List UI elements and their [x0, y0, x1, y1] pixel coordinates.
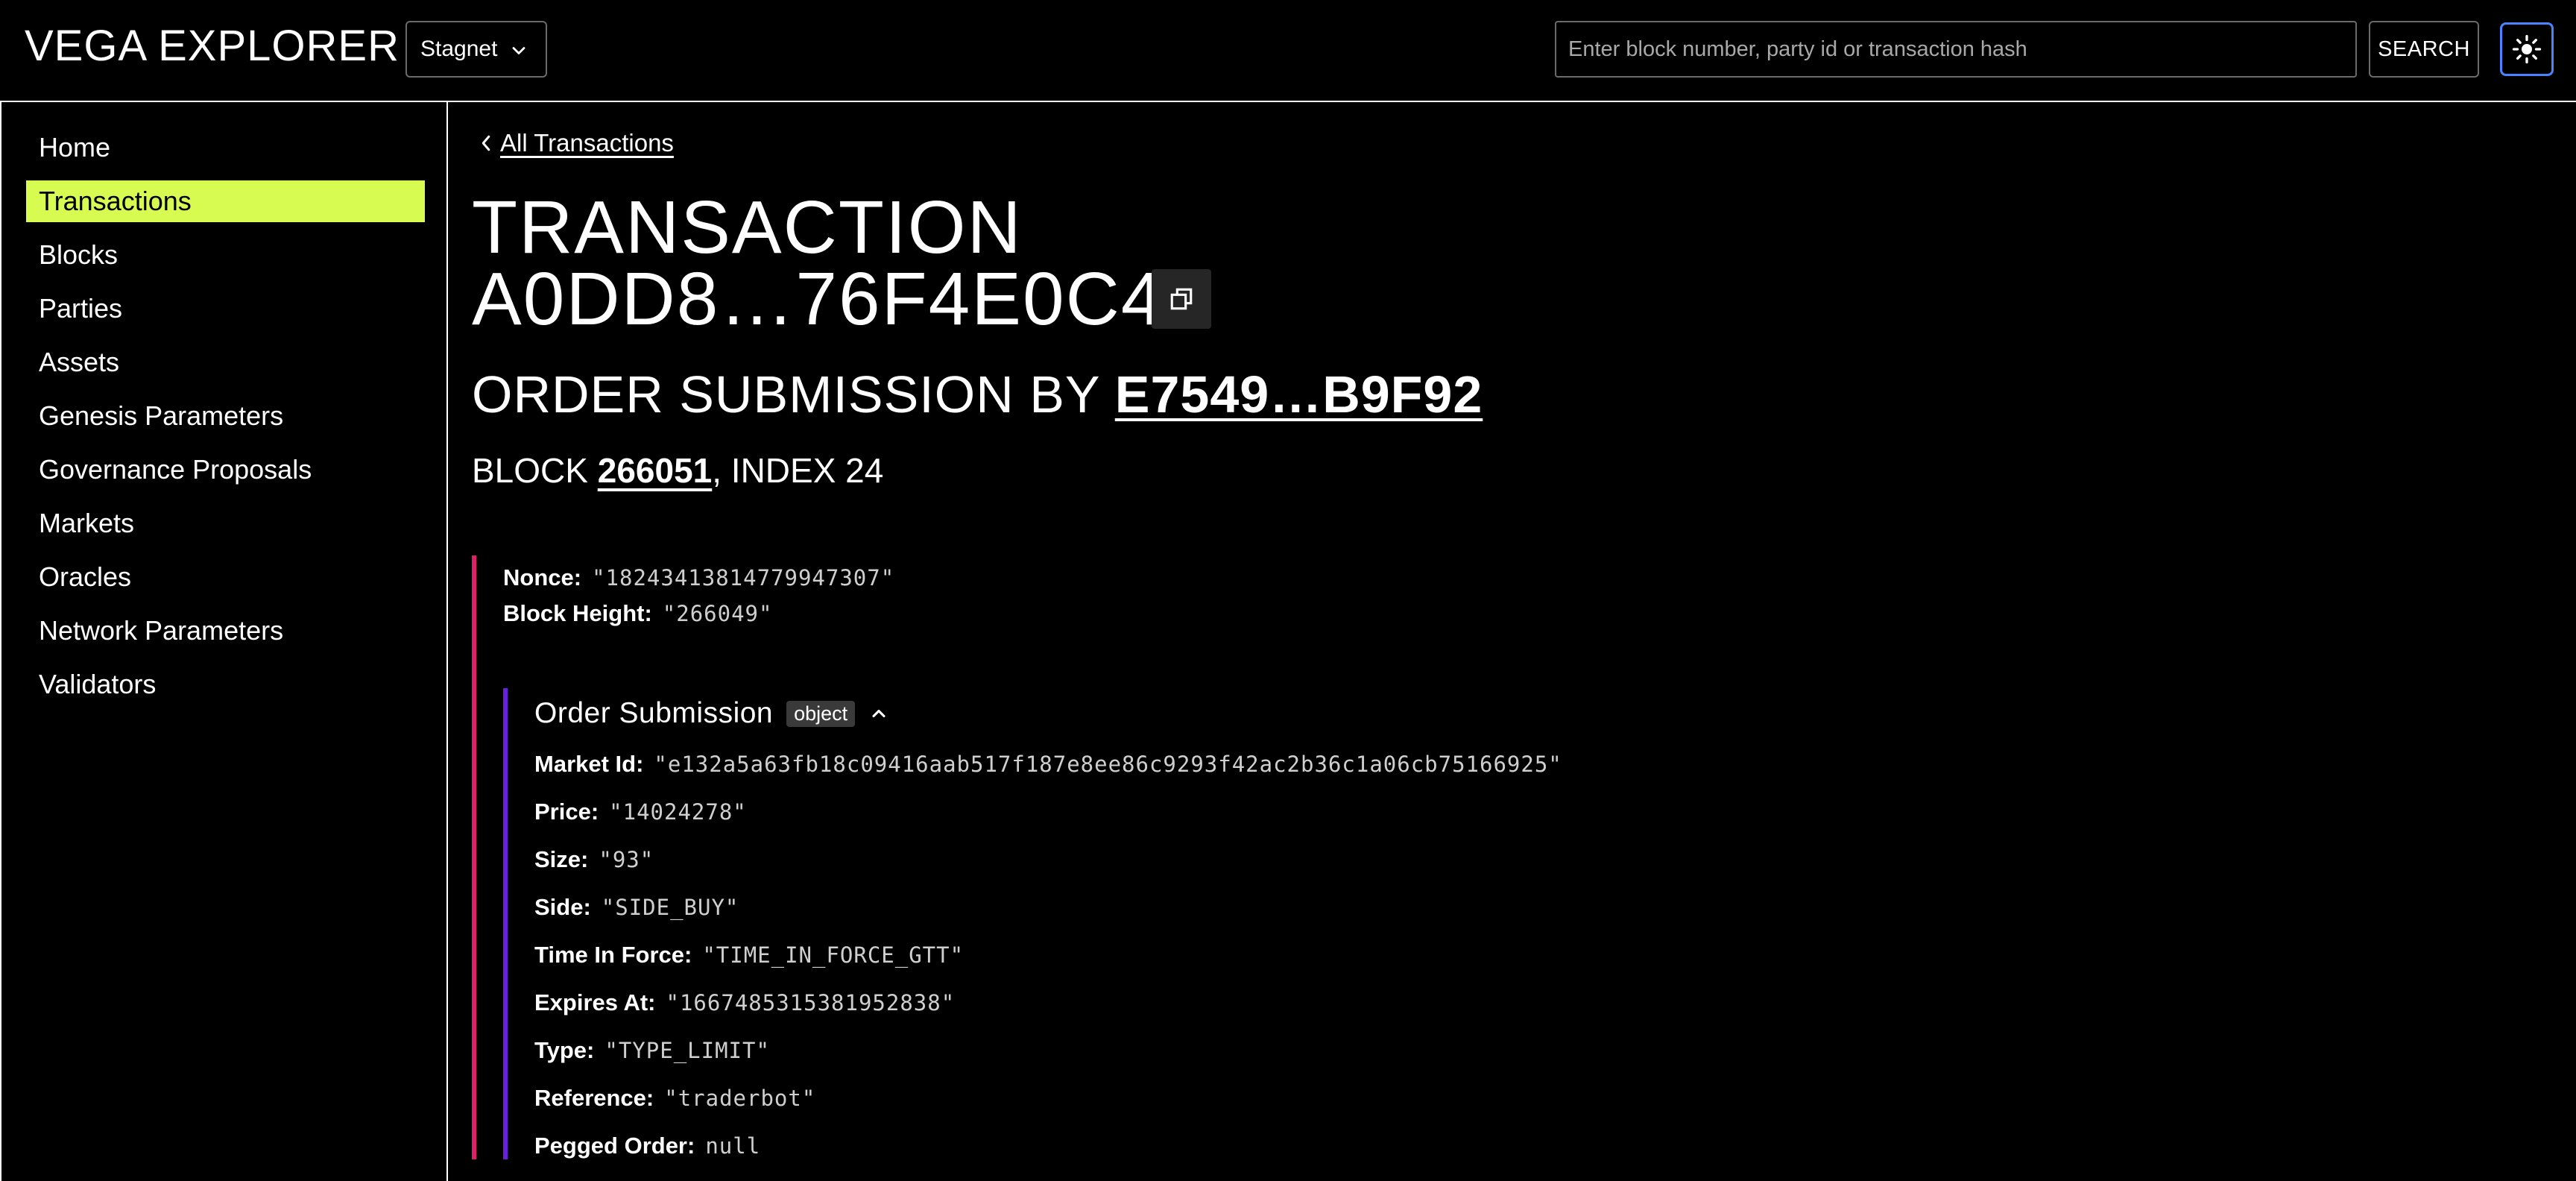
app-logo[interactable]: VEGA EXPLORER [25, 22, 400, 70]
block-info: BLOCK 266051, INDEX 24 [472, 448, 883, 493]
type-badge: object [786, 700, 856, 727]
back-to-transactions-link[interactable]: All Transactions [478, 129, 674, 157]
page-title: TRANSACTION A0DD8…76F4E0C43 [472, 186, 1208, 341]
field-size: Size: "93" [534, 843, 654, 876]
transaction-type-heading: ORDER SUBMISSION BY E7549…B9F92 [472, 363, 1483, 426]
theme-toggle-button[interactable] [2500, 22, 2554, 76]
field-key: Size: [534, 846, 589, 872]
nonce-row: Nonce: "18243413814779947307" [503, 561, 894, 594]
block-link[interactable]: 266051 [598, 451, 713, 490]
nonce-key: Nonce: [503, 564, 582, 590]
transaction-hash: A0DD8…76F4E0C43 [472, 257, 1208, 341]
field-pegged-order: Pegged Order: null [534, 1130, 760, 1162]
transaction-json-tree: Nonce: "18243413814779947307" Block Heigh… [472, 555, 1963, 1159]
field-side: Side: "SIDE_BUY" [534, 891, 739, 924]
sidebar-item-validators[interactable]: Validators [26, 664, 425, 705]
main-content: All Transactions TRANSACTION A0DD8…76F4E… [449, 104, 2576, 1181]
field-type: Type: "TYPE_LIMIT" [534, 1034, 770, 1067]
sidebar-nav: Home Transactions Blocks Parties Assets … [0, 102, 448, 1181]
sidebar-item-transactions[interactable]: Transactions [26, 180, 425, 222]
sidebar-item-oracles[interactable]: Oracles [26, 556, 425, 598]
search-button[interactable]: SEARCH [2369, 21, 2479, 78]
top-bar: VEGA EXPLORER Stagnet SEARCH [0, 0, 2576, 102]
field-value: "SIDE_BUY" [601, 895, 739, 920]
field-value: "traderbot" [664, 1086, 816, 1111]
field-price: Price: "14024278" [534, 796, 747, 828]
index-label: , INDEX 24 [712, 451, 884, 490]
sidebar-item-blocks[interactable]: Blocks [26, 234, 425, 276]
field-time-in-force: Time In Force: "TIME_IN_FORCE_GTT" [534, 939, 964, 971]
order-submission-header[interactable]: Order Submission object [534, 697, 889, 730]
field-key: Pegged Order: [534, 1133, 695, 1159]
title-line-1: TRANSACTION [472, 186, 1023, 269]
nonce-value: "18243413814779947307" [592, 565, 895, 590]
transaction-type-label: ORDER SUBMISSION BY [472, 365, 1115, 423]
chevron-up-icon[interactable] [868, 703, 889, 724]
sidebar-item-home[interactable]: Home [26, 127, 425, 169]
back-link-label: All Transactions [500, 129, 674, 157]
block-height-key: Block Height: [503, 600, 652, 626]
field-value: "TIME_IN_FORCE_GTT" [702, 942, 965, 968]
field-value: "1667485315381952838" [666, 990, 956, 1015]
field-value: null [705, 1133, 761, 1159]
field-reference: Reference: "traderbot" [534, 1082, 815, 1115]
field-value: "93" [599, 847, 654, 872]
search-input[interactable] [1555, 21, 2357, 78]
field-key: Market Id: [534, 751, 644, 777]
field-key: Reference: [534, 1085, 654, 1111]
sidebar-item-parties[interactable]: Parties [26, 288, 425, 330]
field-key: Expires At: [534, 989, 656, 1015]
field-key: Type: [534, 1037, 595, 1063]
field-market-id: Market Id: "e132a5a63fb18c09416aab517f187… [534, 748, 1562, 781]
sidebar-item-genesis-parameters[interactable]: Genesis Parameters [26, 395, 425, 437]
party-link[interactable]: E7549…B9F92 [1115, 365, 1483, 423]
field-value: "14024278" [609, 799, 747, 825]
field-expires-at: Expires At: "1667485315381952838" [534, 986, 955, 1019]
sidebar-item-governance-proposals[interactable]: Governance Proposals [26, 449, 425, 491]
field-key: Time In Force: [534, 942, 692, 968]
order-submission-tree: Order Submission object Market Id: "e132a… [503, 688, 1919, 1159]
field-value: "TYPE_LIMIT" [604, 1038, 770, 1063]
sidebar-item-assets[interactable]: Assets [26, 341, 425, 383]
block-height-row: Block Height: "266049" [503, 597, 772, 630]
sidebar-item-markets[interactable]: Markets [26, 503, 425, 544]
copy-hash-button[interactable] [1152, 269, 1211, 329]
order-submission-title: Order Submission [534, 697, 774, 729]
field-key: Price: [534, 799, 599, 825]
network-select-value: Stagnet [420, 37, 498, 61]
network-select[interactable]: Stagnet [405, 21, 547, 78]
copy-icon [1170, 288, 1193, 310]
sidebar-item-network-parameters[interactable]: Network Parameters [26, 610, 425, 652]
block-height-value: "266049" [662, 601, 773, 626]
field-value: "e132a5a63fb18c09416aab517f187e8ee86c929… [654, 752, 1562, 777]
field-key: Side: [534, 894, 591, 920]
chevron-down-icon [512, 47, 525, 54]
chevron-left-icon [482, 135, 490, 151]
sun-icon [2512, 34, 2542, 64]
block-prefix: BLOCK [472, 451, 598, 490]
